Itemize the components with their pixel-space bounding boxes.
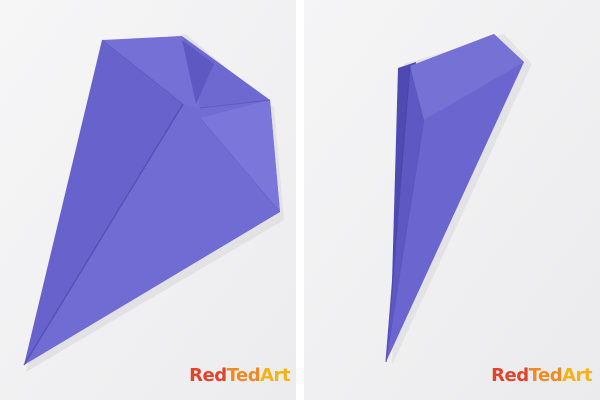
watermark-red-word: Red [189,365,227,386]
left-photo-panel: RedTedArt [0,0,296,400]
watermark-art-word: Art [562,365,592,386]
right-photo [304,0,600,400]
left-watermark: RedTedArt [189,365,290,386]
left-photo [0,0,296,400]
watermark-ted-word: Ted [226,365,261,386]
right-photo-panel: RedTedArt [304,0,600,400]
right-watermark: RedTedArt [491,365,592,386]
watermark-ted-word: Ted [528,365,563,386]
watermark-art-word: Art [260,365,290,386]
panel-divider [296,0,304,400]
watermark-red-word: Red [491,365,529,386]
